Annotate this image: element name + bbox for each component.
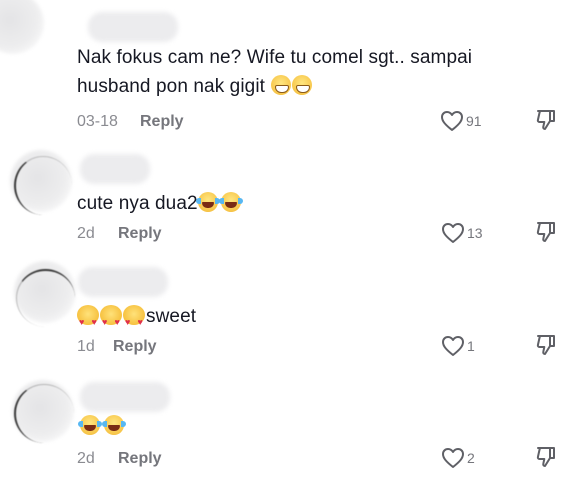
comment-item: 2d Reply 2: [0, 370, 576, 477]
tears-of-joy-emoji: [102, 415, 126, 435]
like-button[interactable]: 1: [441, 335, 475, 357]
comment-text-line: cute nya dua2: [77, 193, 198, 214]
heart-outline-icon: [442, 448, 464, 468]
comment-text-line: Nak fokus cam ne? Wife tu comel sgt.. sa…: [77, 47, 473, 68]
tears-of-joy-emoji: [195, 192, 220, 212]
avatar[interactable]: [0, 0, 44, 54]
comment-item: Nak fokus cam ne? Wife tu comel sgt.. sa…: [0, 0, 576, 140]
dislike-button[interactable]: [535, 108, 557, 137]
dislike-button[interactable]: [535, 333, 557, 362]
comment-text: Nak fokus cam ne? Wife tu comel sgt.. sa…: [77, 43, 557, 101]
comment-text: [77, 412, 477, 441]
like-count: 91: [466, 113, 482, 129]
comment-date: 1d: [77, 338, 95, 355]
smiling-face-with-hearts-emoji: [77, 305, 99, 337]
smiling-face-with-hearts-emoji: [100, 305, 122, 337]
avatar-border: [14, 156, 72, 215]
comment-item: cute nya dua2 2d Reply 13: [0, 140, 576, 255]
comment-text: cute nya dua2: [77, 189, 477, 218]
like-count: 1: [467, 338, 475, 354]
avatar-border: [16, 269, 75, 327]
username-redacted[interactable]: [78, 267, 168, 297]
comment-date: 03-18: [77, 113, 118, 130]
comment-item: sweet 1d Reply 1: [0, 255, 576, 370]
like-count: 2: [467, 450, 475, 466]
comment-date: 2d: [77, 450, 95, 467]
thumbs-down-icon: [536, 222, 555, 242]
like-button[interactable]: 13: [441, 222, 483, 244]
like-button[interactable]: 91: [440, 110, 482, 132]
avatar-border: [14, 384, 74, 443]
like-count: 13: [467, 225, 483, 241]
reply-button[interactable]: Reply: [140, 113, 184, 131]
tears-of-joy-emoji: [218, 192, 243, 212]
thumbs-down-icon: [536, 335, 555, 355]
grinning-face-emoji: [271, 75, 292, 95]
dislike-button[interactable]: [535, 220, 557, 249]
heart-outline-icon: [442, 223, 464, 243]
dislike-button[interactable]: [535, 445, 557, 474]
comment-text: sweet: [77, 302, 477, 337]
reply-button[interactable]: Reply: [118, 450, 162, 468]
reply-button[interactable]: Reply: [118, 225, 162, 243]
username-redacted[interactable]: [88, 12, 178, 42]
heart-outline-icon: [441, 111, 463, 131]
tears-of-joy-emoji: [78, 415, 102, 435]
thumbs-down-icon: [536, 110, 555, 130]
like-button[interactable]: 2: [441, 447, 475, 469]
grinning-face-emoji: [292, 75, 313, 95]
comment-date: 2d: [77, 225, 95, 242]
thumbs-down-icon: [536, 447, 555, 467]
smiling-face-with-hearts-emoji: [123, 305, 145, 337]
reply-button[interactable]: Reply: [113, 338, 157, 356]
heart-outline-icon: [442, 336, 464, 356]
comment-text-line: sweet: [146, 306, 197, 327]
comment-text-line: husband pon nak gigit: [77, 76, 266, 97]
username-redacted[interactable]: [80, 154, 150, 184]
username-redacted[interactable]: [80, 382, 170, 412]
